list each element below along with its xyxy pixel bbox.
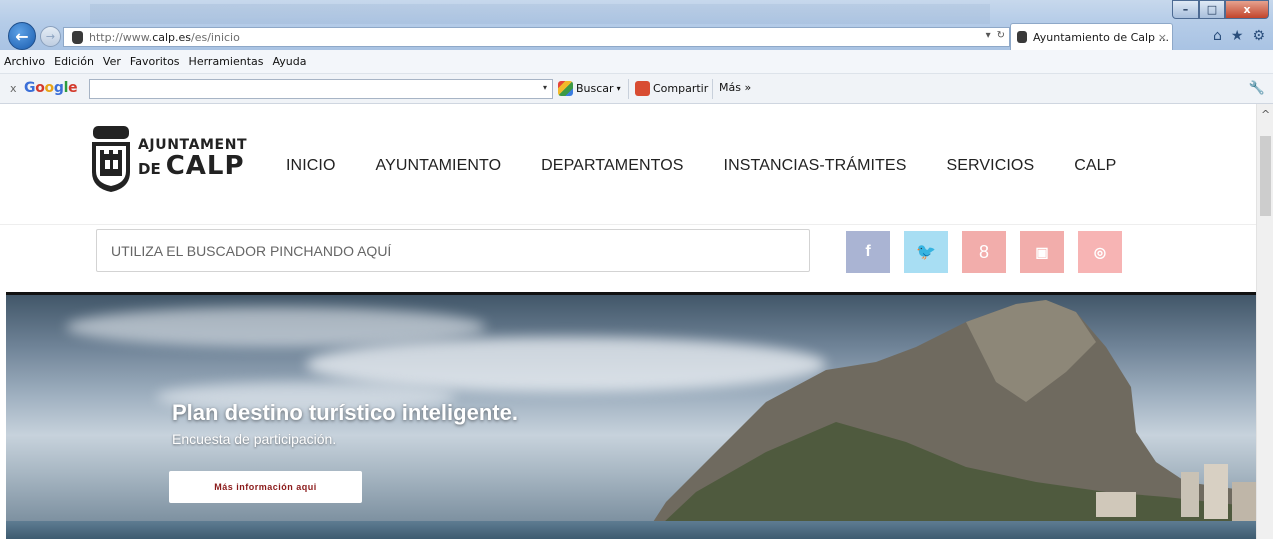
logo-text: AJUNTAMENT DE CALP xyxy=(138,138,247,180)
google-search-dropdown-icon[interactable]: ▾ xyxy=(543,83,547,92)
forward-button[interactable]: → xyxy=(40,26,61,47)
address-tools: ▾ ↻ xyxy=(986,30,1005,41)
youtube-icon[interactable]: ▣ xyxy=(1020,231,1064,273)
maximize-button[interactable]: □ xyxy=(1199,0,1225,19)
hero-sea xyxy=(6,521,1256,539)
site-header: AJUNTAMENT DE CALP INICIO AYUNTAMIENTO D… xyxy=(0,104,1256,224)
close-window-button[interactable]: x xyxy=(1225,0,1269,19)
menu-favoritos[interactable]: Favoritos xyxy=(130,55,180,68)
wrench-icon[interactable]: 🔧 xyxy=(1249,81,1265,96)
tools-gear-icon[interactable]: ⚙ xyxy=(1252,28,1265,44)
menu-herramientas[interactable]: Herramientas xyxy=(189,55,264,68)
refresh-icon[interactable]: ↻ xyxy=(997,30,1005,41)
tab-favicon-icon xyxy=(1017,31,1027,43)
menu-edicion[interactable]: Edición xyxy=(54,55,94,68)
main-nav: INICIO AYUNTAMIENTO DEPARTAMENTOS INSTAN… xyxy=(286,157,1116,175)
browser-tab[interactable]: Ayuntamiento de Calp ... × xyxy=(1010,23,1173,50)
calp-shield-icon xyxy=(90,124,132,194)
nav-ayuntamiento[interactable]: AYUNTAMIENTO xyxy=(376,157,502,175)
hero-banner: Plan destino turístico inteligente. Encu… xyxy=(6,292,1256,539)
menu-archivo[interactable]: Archivo xyxy=(4,55,45,68)
hero-subtitle: Encuesta de participación. xyxy=(172,431,337,447)
browser-toolbar-icons: ⌂ ★ ⚙ xyxy=(1213,28,1265,44)
nav-instancias-tramites[interactable]: INSTANCIAS-TRÁMITES xyxy=(724,157,907,175)
site-logo[interactable]: AJUNTAMENT DE CALP xyxy=(90,124,247,194)
instagram-icon[interactable]: ◎ xyxy=(1078,231,1122,273)
google-toolbar: x Google ▾ Buscar ▾ Compartir Más » 🔧 xyxy=(0,74,1273,104)
minimize-button[interactable]: – xyxy=(1172,0,1199,19)
google-share-button[interactable]: Compartir xyxy=(635,81,708,96)
page-scrollbar[interactable]: ^ xyxy=(1256,104,1273,539)
nav-inicio[interactable]: INICIO xyxy=(286,157,336,175)
titlebar-background xyxy=(90,4,990,24)
search-row: UTILIZA EL BUSCADOR PINCHANDO AQUÍ f 🐦 8… xyxy=(0,224,1256,291)
google-search-button[interactable]: Buscar ▾ xyxy=(558,81,621,96)
address-dropdown-icon[interactable]: ▾ xyxy=(986,30,991,41)
facebook-icon[interactable]: f xyxy=(846,231,890,273)
logo-de: DE xyxy=(138,159,161,178)
back-button[interactable]: ← xyxy=(8,22,36,50)
google-search-icon xyxy=(558,81,573,96)
address-bar[interactable]: http://www.calp.es/es/inicio ▾ ↻ xyxy=(63,27,1010,47)
nav-calp[interactable]: CALP xyxy=(1074,157,1116,175)
scroll-thumb[interactable] xyxy=(1260,136,1271,216)
favorites-icon[interactable]: ★ xyxy=(1231,28,1244,44)
share-icon xyxy=(635,81,650,96)
toolbar-separator xyxy=(628,79,629,99)
menu-bar: Archivo Edición Ver Favoritos Herramient… xyxy=(0,50,1273,74)
web-page: AJUNTAMENT DE CALP INICIO AYUNTAMIENTO D… xyxy=(0,104,1273,539)
menu-ver[interactable]: Ver xyxy=(103,55,121,68)
menu-ayuda[interactable]: Ayuda xyxy=(272,55,306,68)
home-icon[interactable]: ⌂ xyxy=(1213,28,1222,44)
scroll-up-icon[interactable]: ^ xyxy=(1261,108,1270,121)
google-more-button[interactable]: Más » xyxy=(719,81,751,94)
google-logo: Google xyxy=(24,80,78,96)
address-url: http://www.calp.es/es/inicio xyxy=(89,30,240,44)
site-search-input[interactable]: UTILIZA EL BUSCADOR PINCHANDO AQUÍ xyxy=(96,229,810,272)
hero-title: Plan destino turístico inteligente. xyxy=(172,400,518,425)
toolbar-separator xyxy=(712,79,713,99)
twitter-icon[interactable]: 🐦 xyxy=(904,231,948,273)
nav-departamentos[interactable]: DEPARTAMENTOS xyxy=(541,157,683,175)
logo-calp: CALP xyxy=(165,150,245,181)
window-controls: – □ x xyxy=(1172,0,1269,19)
site-favicon-icon xyxy=(72,30,83,44)
tab-title: Ayuntamiento de Calp ... xyxy=(1033,30,1170,44)
tab-close-icon[interactable]: × xyxy=(1158,31,1167,44)
google-search-input[interactable] xyxy=(89,79,553,99)
hero-more-info-button[interactable]: Más información aqui xyxy=(169,471,362,503)
nav-servicios[interactable]: SERVICIOS xyxy=(946,157,1034,175)
google-plus-icon[interactable]: 8 xyxy=(962,231,1006,273)
google-toolbar-close[interactable]: x xyxy=(10,82,17,95)
